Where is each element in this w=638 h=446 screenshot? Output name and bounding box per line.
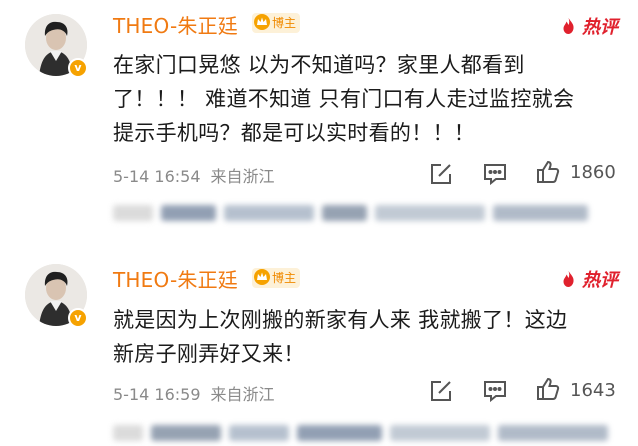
hot-label-text: 热评 bbox=[582, 270, 618, 291]
comment-source: 来自浙江 bbox=[210, 385, 275, 404]
comment-text: 就是因为上次刚搬的新家有人来 我就搬了！这边 新房子刚弄好又来！ bbox=[113, 303, 623, 371]
fire-icon bbox=[562, 270, 581, 291]
comment-text-line: 新房子刚弄好又来！ bbox=[113, 342, 305, 366]
host-badge: 博主 bbox=[252, 268, 300, 288]
like-icon[interactable] bbox=[535, 376, 561, 402]
comment-date: 5-14 16:59 bbox=[113, 385, 201, 404]
comment-meta: 5-14 16:59 来自浙江 bbox=[113, 381, 275, 405]
verified-badge-icon: v bbox=[68, 308, 88, 328]
host-badge-label: 博主 bbox=[272, 271, 297, 285]
crown-icon bbox=[254, 269, 270, 285]
comment-item: v THEO-朱正廷 博主 热评 就是因为上次刚搬的新家有人来 我就搬了！这边 … bbox=[0, 0, 638, 441]
share-icon[interactable] bbox=[428, 378, 454, 404]
like-count: 1643 bbox=[570, 380, 616, 401]
blurred-reply-preview bbox=[113, 422, 616, 446]
hot-comment-badge: 热评 bbox=[562, 266, 618, 292]
comment-text-line: 就是因为上次刚搬的新家有人来 我就搬了！这边 bbox=[113, 308, 568, 332]
username[interactable]: THEO-朱正廷 bbox=[113, 264, 238, 293]
comment-icon[interactable] bbox=[482, 378, 508, 404]
